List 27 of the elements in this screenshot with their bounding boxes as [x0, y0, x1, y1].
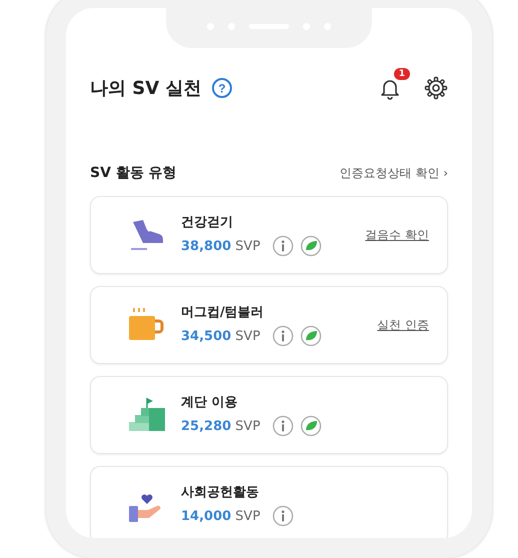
action-link[interactable]: 걸음수 확인	[365, 226, 429, 244]
leaf-icon[interactable]	[300, 325, 322, 347]
info-icon[interactable]	[272, 325, 294, 347]
points-value: 34,500 SVP	[181, 328, 260, 344]
notification-badge: 1	[394, 68, 410, 80]
activity-name: 계단 이용	[181, 394, 239, 411]
section-title: SV 활동 유형	[90, 164, 177, 182]
leaf-icon[interactable]	[300, 415, 322, 437]
info-icon[interactable]	[272, 235, 294, 257]
page-title: 나의 SV 실천	[90, 77, 202, 100]
action-link[interactable]: 실천 인증	[377, 316, 429, 334]
points-value: 14,000 SVP	[181, 508, 260, 524]
activity-name: 사회공헌활동	[181, 484, 260, 501]
status-link[interactable]: 인증요청상태 확인 ›	[340, 164, 448, 182]
info-icon[interactable]	[272, 505, 294, 527]
activity-card[interactable]: 계단 이용 25,280 SVP	[90, 376, 448, 454]
help-icon[interactable]: ?	[211, 77, 234, 99]
leaf-icon[interactable]	[300, 235, 322, 257]
info-icon[interactable]	[272, 415, 294, 437]
activity-card[interactable]: 건강걷기 38,800 SVP 걸음수 확인	[90, 196, 448, 274]
points-value: 38,800 SVP	[181, 238, 260, 254]
activity-name: 머그컵/텀블러	[181, 304, 265, 321]
activity-name: 건강걷기	[181, 214, 234, 231]
points-value: 25,280 SVP	[181, 418, 260, 434]
settings-icon[interactable]	[424, 76, 448, 100]
activity-card[interactable]: 머그컵/텀블러 34,500 SVP 실천 인증	[90, 286, 448, 364]
activity-card[interactable]: 사회공헌활동 14,000 SVP	[90, 466, 448, 538]
